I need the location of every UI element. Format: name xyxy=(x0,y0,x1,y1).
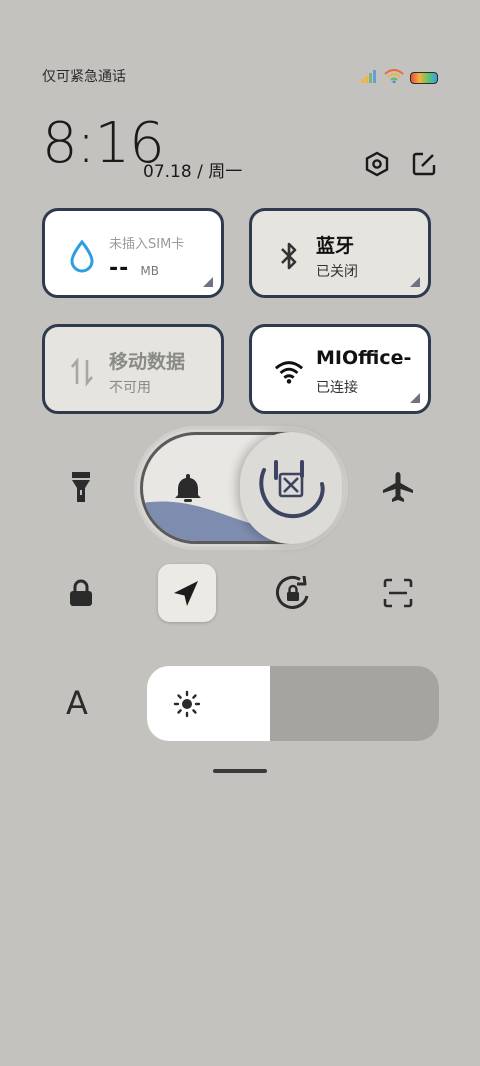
settings-icon xyxy=(365,151,389,177)
bluetooth-tile[interactable]: 蓝牙 已关闭 xyxy=(249,208,431,298)
water-drop-icon xyxy=(67,239,97,273)
brightness-slider[interactable] xyxy=(147,666,439,741)
scan-icon xyxy=(383,578,413,608)
signal-icon xyxy=(360,68,378,87)
location-icon xyxy=(174,581,198,606)
wifi-title: MIOffice- xyxy=(316,347,412,369)
data-transfer-icon xyxy=(67,357,97,387)
lock-icon xyxy=(70,579,92,606)
wifi-tile-icon xyxy=(274,357,304,387)
sim-status-label: 未插入SIM卡 xyxy=(109,237,185,252)
edit-icon xyxy=(412,152,436,176)
rotation-lock-icon xyxy=(275,575,309,609)
wifi-icon xyxy=(384,68,404,87)
airplane-mode-button[interactable] xyxy=(378,467,418,507)
data-usage-tile[interactable]: 未插入SIM卡 -- MB xyxy=(42,208,224,298)
bell-icon xyxy=(173,471,203,509)
sound-switch-knob[interactable] xyxy=(240,432,342,544)
bluetooth-icon xyxy=(274,241,304,271)
scanner-button[interactable] xyxy=(378,573,418,613)
lock-screen-button[interactable] xyxy=(61,573,101,613)
expand-corner-icon xyxy=(203,277,213,287)
silent-mode-icon xyxy=(259,460,325,519)
mobile-data-status: 不可用 xyxy=(109,380,151,396)
mobile-data-title: 移动数据 xyxy=(109,351,186,373)
flashlight-button[interactable] xyxy=(61,467,101,507)
expand-corner-icon xyxy=(410,277,420,287)
status-carrier-text: 仅可紧急通话 xyxy=(42,69,126,85)
rotation-lock-button[interactable] xyxy=(273,573,313,613)
bluetooth-title: 蓝牙 xyxy=(316,235,355,257)
mobile-data-tile[interactable]: 移动数据 不可用 xyxy=(42,324,224,414)
bluetooth-status: 已关闭 xyxy=(316,264,358,280)
data-usage-value: -- xyxy=(109,256,130,281)
wifi-status: 已连接 xyxy=(316,380,358,396)
wifi-tile[interactable]: MIOffice- 已连接 xyxy=(249,324,431,414)
airplane-icon xyxy=(383,472,413,502)
clock-date: 07.18 / 周一 xyxy=(143,162,243,182)
edit-button[interactable] xyxy=(411,151,437,177)
flashlight-icon xyxy=(72,472,90,502)
data-usage-readout: -- MB xyxy=(109,256,159,281)
location-button[interactable] xyxy=(158,564,216,622)
drag-handle[interactable] xyxy=(213,769,267,773)
expand-corner-icon xyxy=(410,393,420,403)
text-size-button[interactable]: A xyxy=(66,684,88,722)
data-usage-unit: MB xyxy=(140,264,159,278)
brightness-fill xyxy=(147,666,270,741)
status-icons xyxy=(360,68,438,87)
settings-button[interactable] xyxy=(364,151,390,177)
sun-icon xyxy=(173,690,201,722)
battery-icon xyxy=(410,71,438,84)
